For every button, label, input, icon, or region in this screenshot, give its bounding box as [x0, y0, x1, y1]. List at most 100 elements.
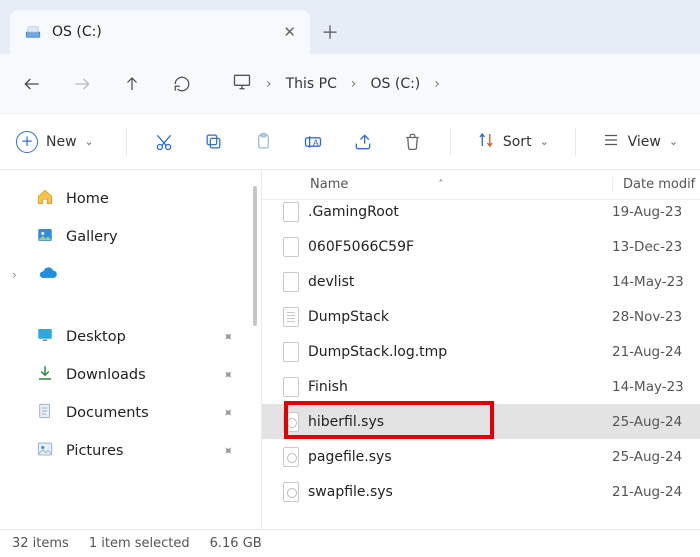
- breadcrumb-location[interactable]: OS (C:): [371, 76, 421, 92]
- chevron-right-icon[interactable]: ›: [351, 76, 357, 92]
- file-icon: [283, 272, 299, 292]
- file-icon: [283, 412, 299, 432]
- sort-label: Sort: [503, 134, 532, 150]
- desktop-icon: [36, 326, 54, 348]
- nav-bar: › This PC › OS (C:) ›: [0, 54, 700, 114]
- pictures-icon: [36, 440, 54, 462]
- cut-button[interactable]: [147, 126, 183, 158]
- content-area: Home Gallery › Desktop ✦ Downloads ✦ Doc…: [0, 170, 700, 529]
- file-icon: [283, 237, 299, 257]
- sidebar-item-home[interactable]: Home: [0, 180, 261, 218]
- chevron-right-icon[interactable]: ›: [266, 76, 272, 92]
- paste-button[interactable]: [246, 126, 282, 158]
- separator: [575, 128, 576, 156]
- sidebar-item-downloads[interactable]: Downloads ✦: [0, 356, 261, 394]
- status-selection: 1 item selected: [89, 536, 190, 551]
- file-icon: [283, 377, 299, 397]
- file-name: .GamingRoot: [308, 204, 612, 220]
- file-name: pagefile.sys: [308, 449, 612, 465]
- cloud-icon: [38, 263, 58, 287]
- pin-icon: ✦: [218, 404, 236, 422]
- back-button[interactable]: [20, 72, 44, 96]
- plus-circle-icon: +: [16, 131, 38, 153]
- tab-title: OS (C:): [52, 24, 273, 40]
- separator: [126, 128, 127, 156]
- column-name[interactable]: Name: [310, 177, 348, 192]
- file-row[interactable]: devlist 14-May-23: [262, 264, 700, 299]
- file-icon: [283, 342, 299, 362]
- rename-button[interactable]: A: [295, 126, 331, 158]
- sidebar-item-desktop[interactable]: Desktop ✦: [0, 318, 261, 356]
- home-icon: [36, 188, 54, 210]
- sidebar-label: Desktop: [66, 329, 126, 345]
- file-row[interactable]: .GamingRoot 19-Aug-23: [262, 194, 700, 229]
- breadcrumb-this-pc[interactable]: This PC: [286, 76, 337, 92]
- file-row[interactable]: DumpStack.log.tmp 21-Aug-24: [262, 334, 700, 369]
- pin-icon: ✦: [218, 442, 236, 460]
- file-date: 19-Aug-23: [612, 204, 700, 220]
- chevron-right-icon[interactable]: ›: [12, 268, 26, 282]
- file-list: Name ˄ Date modif .GamingRoot 19-Aug-23 …: [262, 170, 700, 529]
- file-row[interactable]: swapfile.sys 21-Aug-24: [262, 474, 700, 509]
- sort-button[interactable]: Sort ⌄: [471, 131, 555, 153]
- chevron-right-icon[interactable]: ›: [434, 76, 440, 92]
- close-tab-icon[interactable]: ✕: [283, 23, 296, 41]
- view-button[interactable]: View ⌄: [596, 131, 684, 153]
- file-icon: [283, 307, 299, 327]
- new-button[interactable]: + New ⌄: [16, 131, 106, 153]
- monitor-icon[interactable]: [232, 72, 252, 96]
- navigation-pane: Home Gallery › Desktop ✦ Downloads ✦ Doc…: [0, 170, 262, 529]
- active-tab[interactable]: OS (C:) ✕: [10, 10, 310, 54]
- file-name: DumpStack: [308, 309, 612, 325]
- file-name: devlist: [308, 274, 612, 290]
- sidebar-item-gallery[interactable]: Gallery: [0, 218, 261, 256]
- file-date: 21-Aug-24: [612, 484, 700, 500]
- file-name: Finish: [308, 379, 612, 395]
- file-date: 21-Aug-24: [612, 344, 700, 360]
- file-name: swapfile.sys: [308, 484, 612, 500]
- delete-button[interactable]: [394, 126, 430, 158]
- file-date: 14-May-23: [612, 274, 700, 290]
- pin-icon: ✦: [218, 328, 236, 346]
- copy-button[interactable]: [196, 126, 232, 158]
- file-row[interactable]: Finish 14-May-23: [262, 369, 700, 404]
- svg-text:A: A: [313, 137, 319, 147]
- sort-icon: [477, 131, 495, 153]
- new-label: New: [46, 134, 77, 150]
- file-date: 13-Dec-23: [612, 239, 700, 255]
- column-date[interactable]: Date modif: [612, 177, 700, 192]
- file-date: 25-Aug-24: [612, 449, 700, 465]
- forward-button[interactable]: [70, 72, 94, 96]
- file-name: hiberfil.sys: [308, 414, 612, 430]
- status-item-count: 32 items: [12, 536, 69, 551]
- downloads-icon: [36, 364, 54, 386]
- up-button[interactable]: [120, 72, 144, 96]
- sidebar-scrollbar[interactable]: [253, 186, 257, 326]
- file-row[interactable]: pagefile.sys 25-Aug-24: [262, 439, 700, 474]
- tab-bar: OS (C:) ✕ ＋: [0, 0, 700, 54]
- sidebar-item-pictures[interactable]: Pictures ✦: [0, 432, 261, 470]
- refresh-button[interactable]: [170, 72, 194, 96]
- list-icon: [602, 131, 620, 153]
- chevron-down-icon: ⌄: [540, 135, 549, 148]
- file-icon: [283, 447, 299, 467]
- documents-icon: [36, 402, 54, 424]
- file-icon: [283, 202, 299, 222]
- file-date: 14-May-23: [612, 379, 700, 395]
- command-bar: + New ⌄ A Sort ⌄ View ⌄: [0, 114, 700, 170]
- status-size: 6.16 GB: [210, 536, 262, 551]
- file-name: DumpStack.log.tmp: [308, 344, 612, 360]
- share-button[interactable]: [345, 126, 381, 158]
- sidebar-label: Documents: [66, 405, 149, 421]
- sidebar-item-onedrive[interactable]: ›: [0, 256, 261, 294]
- new-tab-button[interactable]: ＋: [310, 10, 350, 54]
- file-row[interactable]: DumpStack 28-Nov-23: [262, 299, 700, 334]
- sidebar-item-documents[interactable]: Documents ✦: [0, 394, 261, 432]
- sidebar-label: Pictures: [66, 443, 123, 459]
- file-row-selected[interactable]: hiberfil.sys 25-Aug-24: [262, 404, 700, 439]
- file-icon: [283, 482, 299, 502]
- file-row[interactable]: 060F5066C59F 13-Dec-23: [262, 229, 700, 264]
- file-date: 28-Nov-23: [612, 309, 700, 325]
- drive-icon: [24, 23, 42, 41]
- file-name: 060F5066C59F: [308, 239, 612, 255]
